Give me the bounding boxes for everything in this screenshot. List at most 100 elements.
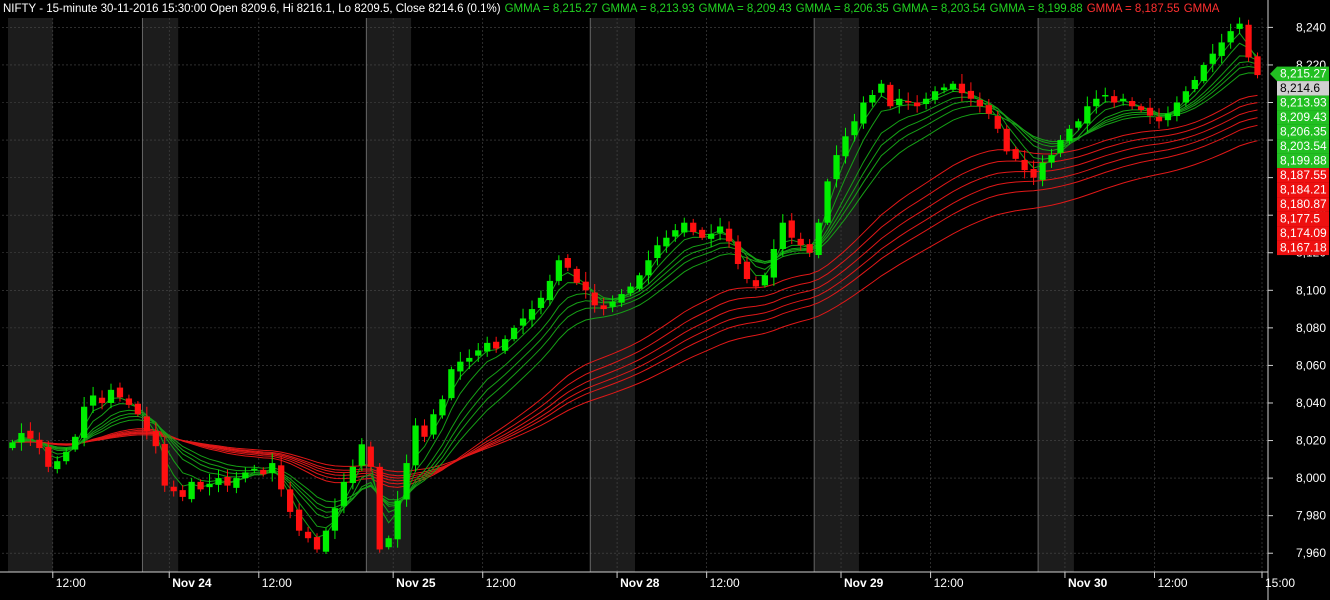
candle-body-94: [851, 121, 858, 136]
gmma-value-6: GMMA = 8,187.55: [1086, 3, 1180, 15]
candle-body-133: [1200, 64, 1207, 82]
candle-body-70: [636, 275, 643, 289]
x-tick-label-2: 12:00: [262, 576, 292, 590]
y-tick-label-1: 7,980: [1296, 509, 1326, 523]
candle-body-32: [295, 509, 303, 531]
candle-body-58: [528, 309, 536, 320]
candle-body-74: [672, 230, 679, 237]
candle-body-118: [1066, 128, 1073, 142]
candle-body-18: [170, 486, 177, 492]
candle-98: [887, 82, 894, 109]
candle-body-61: [555, 260, 562, 281]
candle-body-125: [1128, 101, 1136, 107]
gmma-value-1: GMMA = 8,213.93: [601, 3, 695, 15]
candle-body-43: [394, 500, 401, 540]
candle-body-101: [914, 102, 921, 107]
candle-body-25: [233, 478, 240, 488]
candle-138: [1245, 19, 1252, 62]
candle-body-8: [81, 406, 88, 438]
candle-body-15: [143, 416, 150, 432]
right-label-text-2: 8,213.93: [1280, 96, 1327, 110]
right-label-11: 8,174.09: [1277, 226, 1329, 241]
candle-body-102: [922, 98, 930, 105]
x-tick-label-0: 12:00: [56, 576, 86, 590]
candle-body-52: [475, 350, 482, 356]
candle-body-40: [367, 446, 374, 467]
right-label-text-11: 8,174.09: [1280, 226, 1327, 240]
candle-body-103: [931, 91, 939, 100]
candle-139: [1254, 52, 1261, 79]
candle-body-10: [98, 397, 106, 403]
candle-body-64: [582, 281, 589, 291]
candle-body-137: [1236, 23, 1243, 29]
candle-body-57: [519, 318, 527, 326]
y-tick-label-3: 8,020: [1296, 434, 1326, 448]
candle-45: [412, 418, 419, 472]
y-tick-label-7: 8,100: [1296, 283, 1326, 297]
candle-body-9: [89, 395, 97, 406]
x-tick-label-10: 12:00: [1158, 576, 1188, 590]
candle-body-13: [125, 398, 133, 405]
right-label-text-0: 8,215.27: [1280, 67, 1327, 81]
candle-body-63: [573, 268, 580, 283]
candle-body-98: [887, 84, 894, 107]
candle-body-106: [958, 83, 966, 94]
candle-body-126: [1137, 106, 1145, 111]
candle-body-85: [770, 248, 777, 278]
right-label-1: 8,214.6: [1277, 81, 1329, 96]
x-tick-label-9: Nov 30: [1068, 576, 1108, 590]
x-tick-label-5: Nov 28: [620, 576, 660, 590]
candle-41: [376, 463, 383, 553]
candle-body-28: [260, 469, 267, 475]
y-tick-label-5: 8,060: [1296, 358, 1326, 372]
candle-70: [636, 272, 643, 292]
candle-body-11: [107, 389, 115, 403]
candle-body-44: [403, 463, 410, 500]
right-label-8: 8,184.21: [1277, 182, 1329, 198]
candle-body-47: [430, 414, 437, 435]
gmma-value-3: GMMA = 8,206.35: [795, 3, 889, 15]
candle-body-121: [1093, 98, 1100, 107]
candle-body-90: [815, 222, 822, 255]
candle-body-115: [1039, 162, 1046, 180]
candle-body-88: [797, 238, 804, 246]
candle-body-1: [18, 433, 25, 443]
candle-body-27: [251, 468, 258, 471]
candle-body-38: [349, 466, 356, 483]
candle-body-123: [1111, 96, 1118, 103]
candle-body-78: [708, 233, 715, 239]
candle-body-68: [618, 294, 625, 303]
candle-body-116: [1048, 155, 1055, 163]
y-tick-label-6: 8,080: [1296, 321, 1326, 335]
candle-body-132: [1191, 79, 1198, 89]
candle-body-127: [1146, 107, 1154, 116]
candle-body-19: [179, 490, 186, 497]
price-chart[interactable]: 7,960 7,980 8,000 8,020 8,040 8,060 8,080 8,100…: [0, 0, 1330, 600]
candle-body-120: [1084, 106, 1091, 124]
candle-body-113: [1021, 159, 1028, 171]
candle-body-99: [896, 98, 903, 106]
right-label-text-10: 8,177.5: [1280, 212, 1320, 226]
gmma-value-list: GMMA = 8,215.27 GMMA = 8,213.93 GMMA = 8,2…: [505, 3, 1224, 15]
right-label-text-8: 8,184.21: [1280, 183, 1327, 197]
right-label-text-12: 8,167.18: [1280, 241, 1327, 255]
candle-body-56: [510, 327, 518, 340]
candle-body-6: [63, 451, 70, 462]
candle-body-30: [278, 465, 285, 490]
session-shade-0: [8, 18, 53, 572]
candle-body-87: [788, 220, 795, 238]
candle-body-107: [967, 90, 975, 99]
candle-body-114: [1030, 168, 1037, 178]
right-label-text-4: 8,206.35: [1280, 125, 1327, 139]
gmma-value-0: GMMA = 8,215.27: [504, 3, 598, 15]
candle-body-122: [1102, 94, 1109, 97]
candle-body-4: [45, 446, 52, 467]
candle-body-22: [206, 483, 213, 488]
candle-body-136: [1227, 31, 1234, 43]
right-label-0: 8,215.27: [1270, 66, 1329, 82]
candle-body-131: [1182, 91, 1189, 103]
candle-body-20: [188, 481, 195, 500]
right-label-text-1: 8,214.6: [1280, 81, 1320, 95]
x-tick-label-7: Nov 29: [844, 576, 884, 590]
candle-body-66: [600, 305, 607, 310]
